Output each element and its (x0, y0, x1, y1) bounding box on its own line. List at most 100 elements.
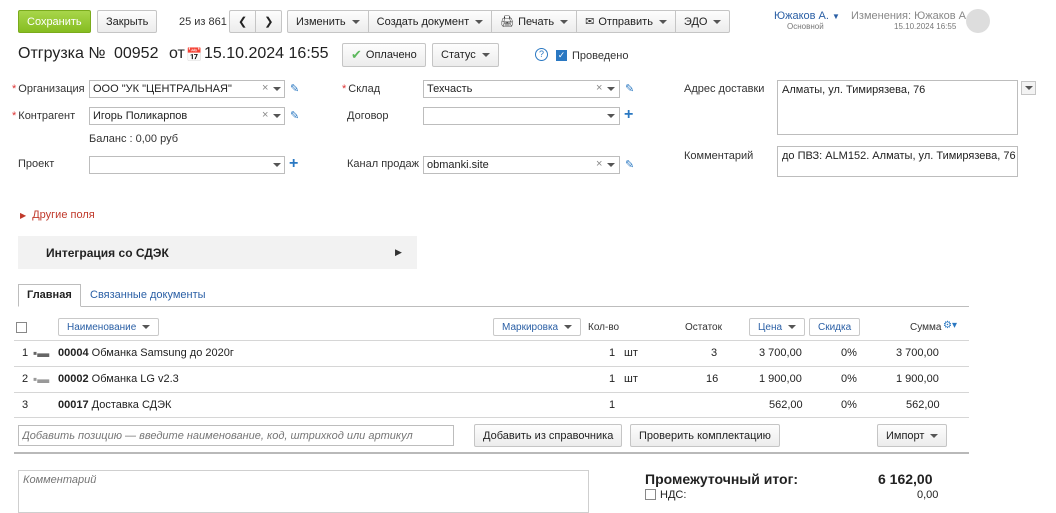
paid-button[interactable]: ✔ Оплачено (342, 43, 426, 67)
clear-icon[interactable]: × (262, 82, 268, 94)
comment-label: Комментарий (684, 150, 754, 162)
create-document-label: Создать документ (376, 15, 470, 28)
tab-main[interactable]: Главная (18, 284, 81, 307)
caret-down-icon[interactable] (273, 163, 281, 167)
counterparty-label: * Контрагент (12, 110, 76, 122)
org-select[interactable]: ООО "УК "ЦЕНТРАЛЬНАЯ" (89, 80, 285, 98)
pencil-icon[interactable]: ✎ (625, 158, 634, 171)
clear-icon[interactable]: × (596, 82, 602, 94)
check-circle-icon: ✔ (351, 47, 362, 62)
discount-value[interactable]: 0% (841, 347, 857, 359)
user-name[interactable]: Южаков А. ▼ (774, 10, 840, 22)
sum-value: 1 900,00 (896, 373, 939, 385)
price-value[interactable]: 3 700,00 (759, 347, 802, 359)
other-fields-toggle[interactable]: ▶ Другие поля (20, 209, 95, 221)
triangle-right-icon: ▶ (395, 247, 402, 257)
print-menu[interactable]: 🖨 Печать (492, 11, 578, 32)
address-textarea[interactable]: Алматы, ул. Тимирязева, 76 (777, 80, 1018, 135)
cdek-title: Интеграция со СДЭК (46, 246, 169, 260)
clear-icon[interactable]: × (596, 158, 602, 170)
caret-down-icon[interactable] (607, 163, 615, 167)
add-contract-icon[interactable]: + (624, 107, 633, 123)
org-label: * Организация (12, 83, 85, 95)
discount-value[interactable]: 0% (841, 399, 857, 411)
caret-down-icon (481, 53, 490, 57)
table-row[interactable]: 2 ▪▬ 00002 Обманка LG v2.3 1 шт 16 1 900… (0, 367, 1056, 393)
price-value[interactable]: 562,00 (769, 399, 803, 411)
price-value[interactable]: 1 900,00 (759, 373, 802, 385)
gear-icon[interactable]: ⚙▾ (943, 320, 957, 331)
pager-nav: ❮ ❯ (229, 10, 283, 33)
caret-down-icon[interactable] (273, 87, 281, 91)
discount-value[interactable]: 0% (841, 373, 857, 385)
import-dropdown[interactable]: Импорт (877, 424, 948, 447)
caret-down-icon (788, 325, 797, 329)
product-name[interactable]: 00002 Обманка LG v2.3 (58, 373, 179, 385)
prev-button[interactable]: ❮ (230, 11, 257, 32)
caret-down-icon[interactable] (607, 87, 615, 91)
qty-value[interactable]: 1 (609, 373, 615, 385)
caret-down-icon (351, 19, 360, 24)
printer-icon: 🖨 (500, 16, 515, 28)
qty-value[interactable]: 1 (609, 347, 615, 359)
project-select[interactable] (89, 156, 285, 174)
product-name[interactable]: 00017 Доставка СДЭК (58, 399, 171, 411)
unit-value: шт (624, 373, 638, 385)
add-item-input[interactable] (18, 425, 454, 446)
next-button[interactable]: ❯ (256, 11, 281, 32)
edit-menu[interactable]: Изменить (288, 11, 369, 32)
check-kit-button[interactable]: Проверить комплектацию (630, 424, 780, 447)
price-column-header[interactable]: Цена (749, 318, 806, 336)
pencil-icon[interactable]: ✎ (290, 109, 299, 122)
discount-column-header[interactable]: Скидка (809, 318, 861, 336)
user-name-label: Южаков А. (774, 10, 829, 22)
doc-date[interactable]: 15.10.2024 16:55 (204, 45, 329, 63)
clear-icon[interactable]: × (262, 109, 268, 121)
tab-related-documents[interactable]: Связанные документы (90, 289, 206, 301)
avatar[interactable] (966, 9, 990, 33)
select-all-checkbox[interactable] (16, 322, 27, 333)
help-icon[interactable]: ? (535, 48, 548, 61)
counterparty-select[interactable]: Игорь Поликарпов (89, 107, 285, 125)
import-label: Импорт (886, 429, 925, 442)
caret-down-icon[interactable] (273, 114, 281, 118)
warehouse-select[interactable]: Техчасть (423, 80, 620, 98)
tab-divider (18, 306, 969, 307)
address-expand-button[interactable] (1021, 81, 1036, 95)
changes-label: Изменения: Южаков А. (851, 10, 970, 22)
pencil-icon[interactable]: ✎ (290, 82, 299, 95)
vat-checkbox[interactable] (645, 489, 656, 500)
stock-column-header: Остаток (685, 322, 722, 333)
caret-down-icon[interactable] (607, 114, 615, 118)
envelope-icon: ✉ (585, 16, 595, 28)
table-row[interactable]: 1 ▪▬ 00004 Обманка Samsung до 2020г 1 шт… (0, 341, 1056, 367)
conducted-checkbox[interactable]: ✓ (556, 50, 567, 61)
caret-down-icon (930, 433, 939, 438)
qty-value[interactable]: 1 (609, 399, 615, 411)
add-project-icon[interactable]: + (289, 156, 298, 172)
project-label: Проект (18, 158, 55, 170)
footer-comment-textarea[interactable] (18, 470, 589, 513)
vat-value: 0,00 (917, 489, 939, 501)
status-dropdown[interactable]: Статус (432, 43, 499, 67)
sales-channel-select[interactable]: obmanki.site (423, 156, 620, 174)
comment-textarea[interactable]: до ПВЗ: ALM152. Алматы, ул. Тимирязева, … (777, 146, 1018, 177)
product-name[interactable]: 00004 Обманка Samsung до 2020г (58, 347, 234, 359)
send-menu[interactable]: ✉ Отправить (577, 11, 676, 32)
name-column-header[interactable]: Наименование (58, 318, 160, 336)
edo-menu[interactable]: ЭДО (676, 11, 730, 32)
marking-header-label: Маркировка (502, 321, 559, 333)
close-button[interactable]: Закрыть (97, 10, 158, 33)
contract-select[interactable] (423, 107, 620, 125)
cdek-panel[interactable]: Интеграция со СДЭК ▶ (18, 236, 417, 269)
pencil-icon[interactable]: ✎ (625, 82, 634, 95)
marking-column-header[interactable]: Маркировка (493, 318, 582, 336)
stock-value: 16 (706, 373, 719, 385)
save-button[interactable]: Сохранить (18, 10, 91, 33)
add-from-catalog-button[interactable]: Добавить из справочника (474, 424, 623, 447)
calendar-icon[interactable]: 📅 (186, 47, 202, 63)
qty-column-header: Кол-во (588, 322, 620, 333)
table-row[interactable]: 3 00017 Доставка СДЭК 1 562,00 0% 562,00 (0, 393, 1056, 418)
status-label: Статус (441, 49, 476, 61)
create-document-menu[interactable]: Создать документ (369, 11, 493, 32)
